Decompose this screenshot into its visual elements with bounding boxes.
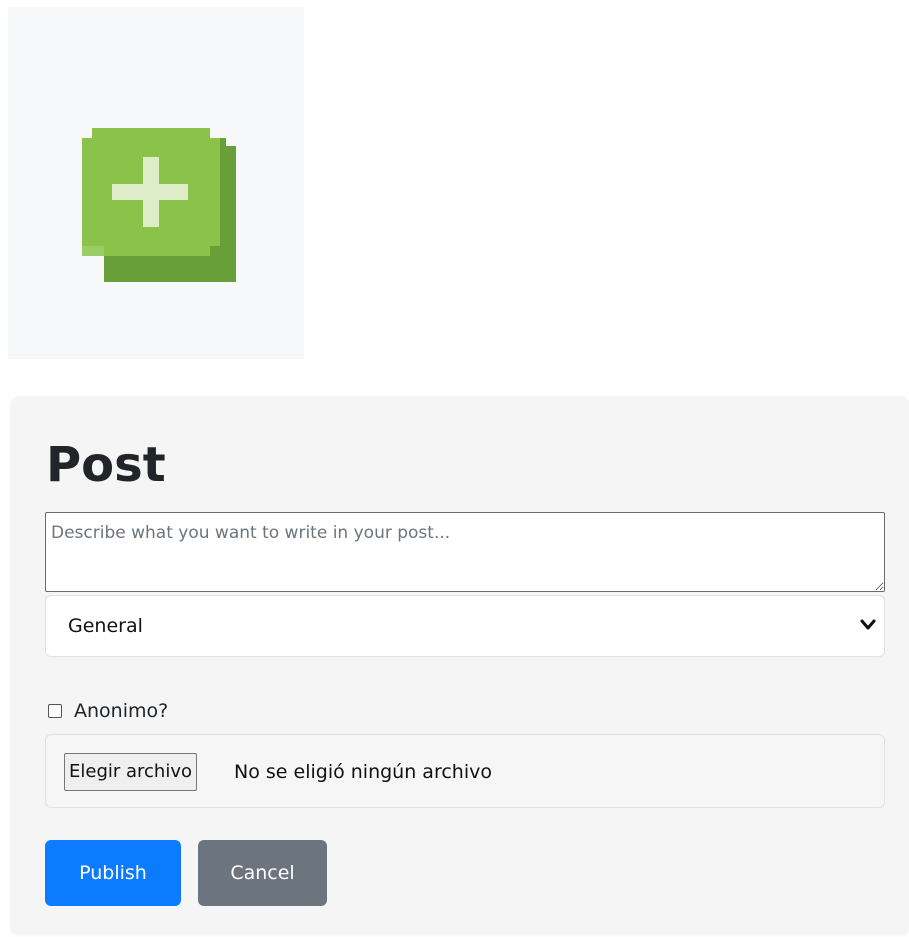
category-selected-value: General — [68, 615, 143, 637]
chevron-down-icon — [860, 619, 876, 630]
plus-icon — [82, 128, 236, 282]
add-post-panel — [8, 7, 304, 359]
publish-button[interactable]: Publish — [45, 840, 181, 906]
choose-file-button[interactable]: Elegir archivo — [64, 753, 198, 791]
page-title: Post — [46, 437, 166, 493]
anonymous-label: Anonimo? — [74, 700, 169, 722]
anonymous-option: Anonimo? — [48, 699, 168, 723]
cancel-button[interactable]: Cancel — [198, 840, 327, 906]
post-content-textarea[interactable] — [45, 512, 885, 592]
post-form-card: Post General Anonimo? Elegir archivo No … — [11, 397, 909, 935]
file-input: Elegir archivo No se eligió ningún archi… — [45, 734, 885, 808]
add-post-button[interactable] — [82, 128, 236, 282]
anonymous-checkbox[interactable] — [48, 704, 62, 718]
file-status-text: No se eligió ningún archivo — [234, 761, 492, 783]
category-select[interactable]: General — [45, 595, 885, 657]
